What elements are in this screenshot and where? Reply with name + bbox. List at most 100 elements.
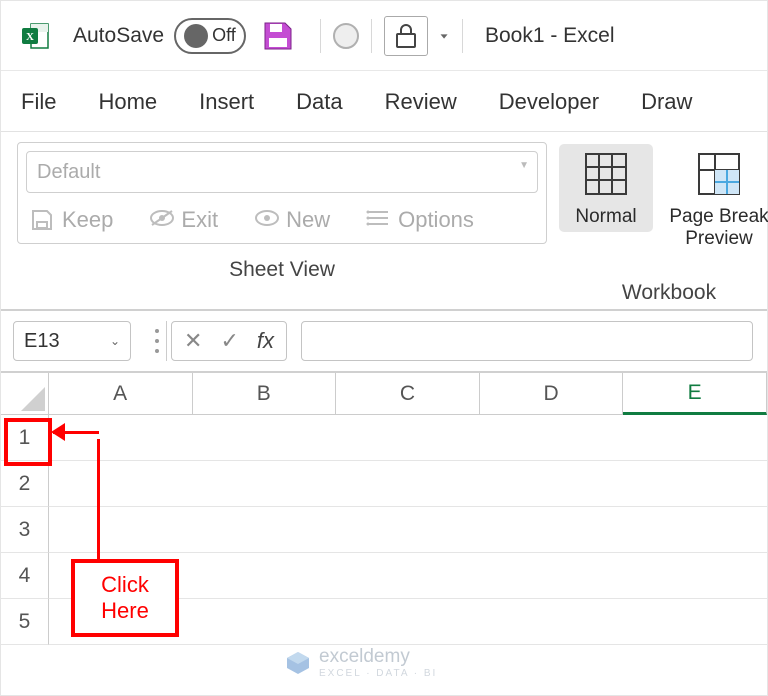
cell[interactable] (336, 507, 480, 553)
cell[interactable] (193, 415, 337, 461)
cell[interactable] (193, 507, 337, 553)
fx-button[interactable]: fx (257, 328, 274, 354)
chevron-down-icon[interactable]: ▼ (438, 31, 450, 39)
ribbon: Default ▼ Keep Exit (1, 131, 767, 311)
formula-input[interactable] (301, 321, 753, 361)
annotation-highlight-box (4, 418, 52, 466)
separator (320, 19, 321, 53)
tab-home[interactable]: Home (98, 89, 157, 115)
tab-data[interactable]: Data (296, 89, 342, 115)
menu-tabs: File Home Insert Data Review Developer D… (1, 71, 767, 131)
eye-exit-icon (149, 208, 173, 232)
page-break-icon (693, 148, 745, 200)
cell[interactable] (336, 461, 480, 507)
column-header-b[interactable]: B (193, 373, 337, 415)
autosave-state: Off (212, 25, 236, 46)
row-header-3[interactable]: 3 (1, 507, 49, 553)
document-title: Book1 - Excel (485, 24, 615, 48)
watermark-brand: exceldemy (319, 646, 437, 668)
annotation-line (97, 439, 100, 561)
row: 2 (1, 461, 767, 507)
cell[interactable] (623, 553, 767, 599)
excel-app-icon: X (21, 21, 51, 51)
column-header-d[interactable]: D (480, 373, 624, 415)
annotation-arrow (53, 431, 99, 434)
cell[interactable] (623, 415, 767, 461)
new-button[interactable]: New (254, 207, 330, 233)
cell[interactable] (336, 553, 480, 599)
page-break-label: Page Break Preview (663, 206, 768, 250)
annotation-text: Click Here (75, 572, 175, 625)
select-all-button[interactable] (1, 373, 49, 415)
column-header-a[interactable]: A (49, 373, 193, 415)
exit-button[interactable]: Exit (149, 207, 218, 233)
normal-view-icon (580, 148, 632, 200)
tab-file[interactable]: File (21, 89, 56, 115)
page-break-preview-button[interactable]: Page Break Preview (659, 144, 768, 254)
save-icon[interactable] (262, 20, 294, 52)
formula-bar: E13 ⌄ ✕ ✓ fx (1, 311, 767, 373)
expand-handle[interactable] (147, 321, 167, 361)
tab-developer[interactable]: Developer (499, 89, 599, 115)
normal-view-button[interactable]: Normal (559, 144, 653, 232)
normal-label: Normal (575, 206, 636, 228)
cell[interactable] (480, 553, 624, 599)
row-header-5[interactable]: 5 (1, 599, 49, 645)
row: 3 (1, 507, 767, 553)
options-label: Options (398, 207, 474, 233)
cell[interactable] (623, 461, 767, 507)
exit-label: Exit (181, 207, 218, 233)
keep-button[interactable]: Keep (30, 207, 113, 233)
name-box[interactable]: E13 ⌄ (13, 321, 131, 361)
row: 1 (1, 415, 767, 461)
sheet-view-value: Default (37, 161, 100, 184)
cell[interactable] (623, 507, 767, 553)
autosave-toggle[interactable]: Off (174, 18, 246, 54)
cancel-icon[interactable]: ✕ (184, 328, 202, 354)
autosave-label: AutoSave (73, 24, 164, 48)
tab-review[interactable]: Review (385, 89, 457, 115)
svg-text:X: X (26, 31, 34, 43)
watermark-logo-icon (285, 650, 311, 676)
keep-label: Keep (62, 207, 113, 233)
cell[interactable] (480, 461, 624, 507)
cell[interactable] (193, 461, 337, 507)
group-label-workbook: Workbook (559, 281, 768, 305)
watermark-tagline: EXCEL · DATA · BI (319, 668, 437, 679)
enter-icon[interactable]: ✓ (220, 328, 238, 354)
cell[interactable] (193, 553, 337, 599)
cell[interactable] (193, 599, 337, 645)
cell[interactable] (480, 599, 624, 645)
sheet-view-dropdown[interactable]: Default ▼ (26, 151, 538, 193)
cell[interactable] (336, 599, 480, 645)
name-box-value: E13 (24, 330, 60, 353)
lock-button[interactable] (384, 16, 428, 56)
watermark: exceldemy EXCEL · DATA · BI (285, 646, 437, 679)
chevron-down-icon: ⌄ (110, 334, 120, 348)
tab-insert[interactable]: Insert (199, 89, 254, 115)
cell[interactable] (336, 415, 480, 461)
tab-draw[interactable]: Draw (641, 89, 692, 115)
cell[interactable] (480, 507, 624, 553)
column-headers: A B C D E (1, 373, 767, 415)
list-options-icon (366, 208, 390, 232)
annotation-tip: Click Here (71, 559, 179, 637)
row-header-2[interactable]: 2 (1, 461, 49, 507)
group-sheet-view: Default ▼ Keep Exit (17, 136, 547, 309)
cell[interactable] (49, 461, 193, 507)
cell[interactable] (49, 507, 193, 553)
group-workbook-views: Normal Page Break Preview Workbook (559, 136, 768, 309)
cell[interactable] (480, 415, 624, 461)
separator (462, 19, 463, 53)
toggle-knob (184, 24, 208, 48)
column-header-c[interactable]: C (336, 373, 480, 415)
column-header-e[interactable]: E (623, 373, 767, 415)
save-icon (30, 208, 54, 232)
record-indicator-icon (333, 23, 359, 49)
row-header-4[interactable]: 4 (1, 553, 49, 599)
cell[interactable] (623, 599, 767, 645)
sheet-view-panel: Default ▼ Keep Exit (17, 142, 547, 244)
title-bar: X AutoSave Off ▼ Book1 - Excel (1, 1, 767, 71)
cell[interactable] (49, 415, 193, 461)
options-button[interactable]: Options (366, 207, 474, 233)
